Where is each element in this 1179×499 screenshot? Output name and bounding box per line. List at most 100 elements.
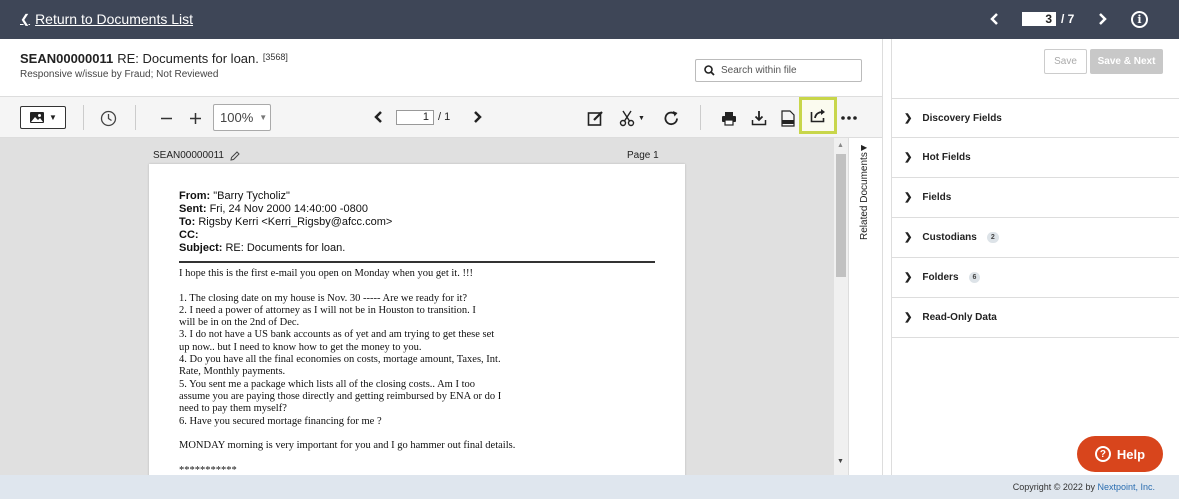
total-pages: / 1 [438,111,451,123]
field-group-label: Read-Only Data [922,312,997,323]
top-bar: ❮ Return to Documents List 3 / 7 i [0,0,1179,39]
save-and-next-button[interactable]: Save & Next [1090,49,1163,74]
email-body-line [179,280,655,292]
pdf-icon [781,109,795,127]
email-body-line: 1. The closing date on my house is Nov. … [179,292,468,304]
pencil-icon[interactable] [230,150,240,161]
divider [700,105,701,130]
document-main: SEAN00000011 RE: Documents for loan. [35… [0,39,882,475]
save-button[interactable]: Save [1044,49,1087,74]
email-body-line: Rate, Monthly payments. [179,366,286,378]
count-badge: 6 [968,272,981,283]
document-title: SEAN00000011 RE: Documents for loan. [35… [20,51,288,66]
document-status: Responsive w/issue by Fraud; Not Reviewe… [20,69,219,80]
email-body-line: 5. You sent me a package which lists all… [179,378,476,390]
chevron-right-icon [1099,13,1108,25]
history-button[interactable] [98,108,118,128]
email-from: From: "Barry Tycholiz" [179,190,290,202]
coding-panel: Save Save & Next ❯ Discovery Fields ❯ Hot F… [882,39,1179,475]
export-button[interactable] [799,97,837,134]
email-body-line: 4. Do you have all the final economies o… [179,354,501,366]
rotate-button[interactable] [661,108,681,128]
scroll-up-icon[interactable]: ▲ [837,142,844,149]
email-body-line: I hope this is the first e-mail you open… [179,268,473,279]
triangle-right-icon: ▶ [861,143,868,152]
email-body-line: need to pay them myself? [179,403,287,415]
search-input[interactable] [721,65,851,76]
page-name: SEAN00000011 [153,150,224,161]
email-body-line [179,428,655,440]
current-page-input[interactable]: 1 [396,109,434,125]
more-options-button[interactable] [839,108,859,128]
zoom-in-button[interactable] [186,108,204,128]
email-subject: Subject: RE: Documents for loan. [179,242,346,254]
current-document-input[interactable]: 3 [1022,12,1056,26]
zoom-value: 100% [220,110,254,125]
scroll-thumb[interactable] [836,154,846,277]
fields-list: ❯ Discovery Fields ❯ Hot Fields ❯ Fields ❯ Cust… [892,98,1179,338]
view-mode-select[interactable]: ▼ [20,106,66,129]
count-badge: 2 [986,232,999,243]
email-body-line [179,452,655,464]
chevron-right-icon [474,111,483,123]
clock-icon [100,110,116,126]
chevron-left-icon [990,13,998,25]
next-page-button[interactable] [472,109,484,125]
help-button[interactable]: ? Help [1077,436,1163,472]
download-button[interactable] [749,108,769,128]
print-button[interactable] [719,108,739,128]
more-icon [841,116,857,120]
return-label: Return to Documents List [35,11,194,27]
next-document-button[interactable] [1094,9,1112,29]
chevron-right-icon: ❯ [904,112,913,124]
coding-panel-inner: Save Save & Next ❯ Discovery Fields ❯ Hot F… [891,39,1179,475]
download-icon [751,111,767,126]
rotate-icon [664,110,678,125]
edit-icon [587,110,603,126]
scroll-down-icon[interactable]: ▼ [837,458,844,465]
print-icon [722,111,736,126]
email-cc: CC: [179,229,199,241]
email-body-line: *********** [179,464,237,475]
chevron-right-icon: ❯ [904,232,913,243]
image-icon [30,112,45,123]
previous-document-button[interactable] [985,9,1003,29]
field-group-row[interactable]: ❯ Custodians 2 [892,218,1179,258]
annotate-button[interactable] [585,108,605,128]
search-within-file[interactable] [695,59,862,82]
viewer-scrollbar[interactable]: ▲ ▼ [834,138,848,475]
zoom-out-button[interactable] [157,108,175,128]
divider [135,105,136,130]
viewer-toolbar: ▼ 100% ▼ 1 / 1 ▼ [0,97,882,138]
info-icon[interactable]: i [1131,11,1148,28]
related-documents-tab[interactable]: ▶ Related Documents [848,138,882,475]
bates-number: SEAN00000011 [20,51,114,66]
field-group-row[interactable]: ❯ Discovery Fields [892,98,1179,138]
company-link[interactable]: Nextpoint, Inc. [1097,482,1155,492]
field-group-row[interactable]: ❯ Fields [892,178,1179,218]
header-rule [179,261,655,263]
return-to-documents-link[interactable]: ❮ Return to Documents List [20,11,193,27]
divider [83,105,84,130]
redact-button[interactable]: ▼ [616,108,648,128]
share-icon [810,109,825,123]
previous-page-button[interactable] [372,109,384,125]
email-body-line: 2. I need a power of attorney as I will … [179,304,476,316]
email-to: To: Rigsby Kerri <Kerri_Rigsby@afcc.com> [179,216,393,228]
chevron-right-icon: ❯ [904,192,913,203]
field-group-label: Custodians [922,232,977,243]
field-group-row[interactable]: ❯ Read-Only Data [892,298,1179,338]
total-documents: / 7 [1061,12,1075,26]
chevron-right-icon: ❯ [904,152,913,163]
chevron-left-icon [374,111,382,123]
plus-icon [189,112,201,124]
pdf-button[interactable] [778,108,798,128]
document-page: From: "Barry Tycholiz" Sent: Fri, 24 Nov… [149,164,685,475]
field-group-row[interactable]: ❯ Folders 6 [892,258,1179,298]
zoom-select[interactable]: 100% ▼ [213,104,271,131]
page-number-label: Page 1 [627,150,659,161]
chevron-right-icon: ❯ [904,312,913,323]
email-body-line: MONDAY morning is very important for you… [179,440,516,452]
email-body-line: assume you are paying those directly and… [179,390,502,402]
field-group-row[interactable]: ❯ Hot Fields [892,138,1179,178]
